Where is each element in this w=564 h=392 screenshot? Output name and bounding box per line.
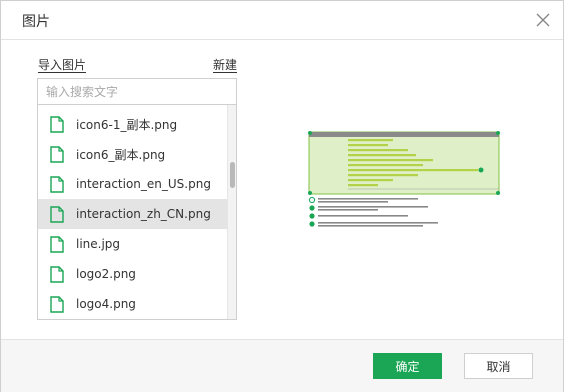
scrollbar-thumb[interactable] (230, 162, 235, 188)
file-list-item[interactable]: icon6-1_副本.png (38, 109, 227, 139)
file-name: interaction_en_US.png (76, 177, 211, 191)
image-dialog: 图片 导入图片 新建 icon6-1_副本.png icon6_副本.pngint… (0, 0, 564, 392)
file-list-item[interactable]: line.jpg (38, 229, 227, 259)
image-preview (308, 131, 500, 227)
import-image-label: 导入图片 (38, 58, 87, 73)
file-list-item[interactable]: interaction_en_US.png (38, 169, 227, 199)
file-list-item[interactable]: logo2.png (38, 259, 227, 289)
file-name: icon6_副本.png (76, 147, 166, 162)
dialog-footer: 确定 取消 (1, 339, 563, 392)
file-list: icon6-1_副本.png icon6_副本.png interaction_en… (37, 105, 237, 320)
file-list-item[interactable]: icon6_副本.png (38, 139, 227, 169)
dialog-title: 图片 (22, 14, 50, 30)
file-icon (50, 205, 64, 223)
file-list-item[interactable]: logo4.png (38, 289, 227, 319)
file-name: interaction_zh_CN.png (76, 207, 211, 221)
file-name: icon6-1_副本.png (76, 117, 178, 132)
cancel-button[interactable]: 取消 (464, 353, 533, 379)
file-icon (50, 145, 64, 163)
file-icon (50, 295, 64, 313)
file-icon (50, 115, 64, 133)
ok-button[interactable]: 确定 (373, 353, 442, 379)
preview-chart-header (309, 132, 499, 137)
file-icon (50, 265, 64, 283)
close-icon[interactable] (535, 12, 551, 28)
preview-chart-frame (308, 131, 500, 195)
dialog-header: 图片 (1, 1, 563, 40)
file-name: logo4.png (76, 297, 136, 311)
list-scrollbar[interactable] (227, 105, 236, 319)
new-link[interactable]: 新建 (213, 58, 238, 73)
file-name: logo2.png (76, 267, 136, 281)
file-list-item[interactable]: interaction_zh_CN.png (38, 199, 227, 229)
file-icon (50, 235, 64, 253)
file-name: line.jpg (76, 237, 121, 251)
search-input[interactable] (37, 78, 237, 105)
file-icon (50, 175, 64, 193)
